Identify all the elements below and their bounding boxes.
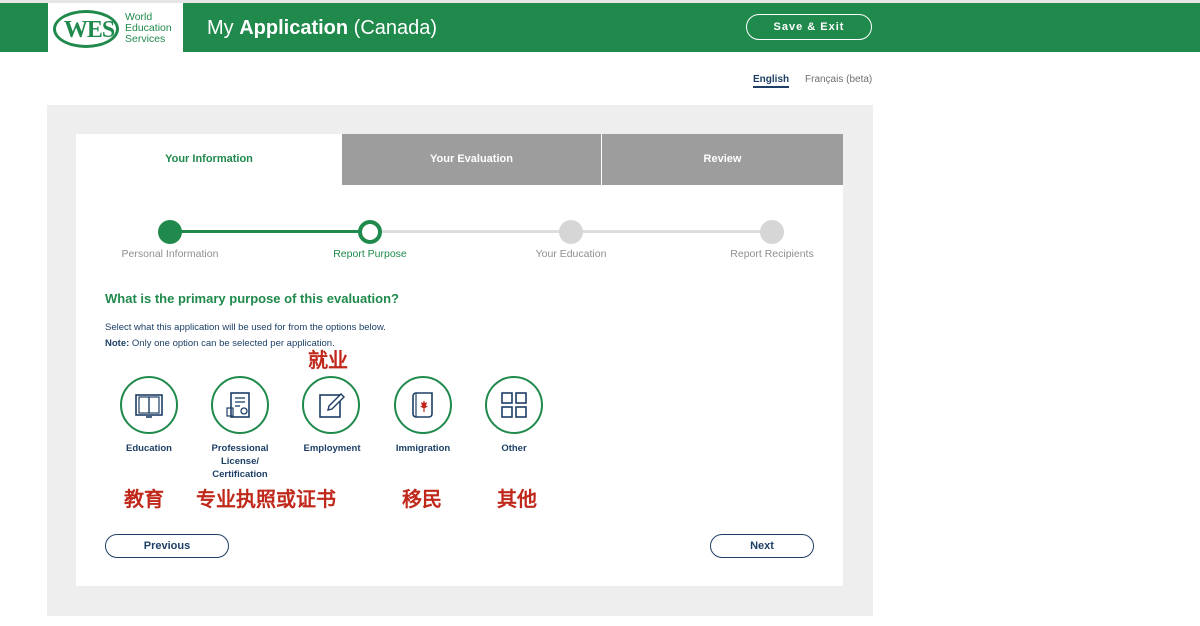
option-education-button[interactable] <box>120 376 178 434</box>
step-dot-report-purpose <box>358 220 382 244</box>
step-label-report-purpose: Report Purpose <box>333 248 407 260</box>
tab-your-information[interactable]: Your Information <box>76 134 342 185</box>
certificate-icon <box>226 392 250 418</box>
title-suffix: (Canada) <box>348 17 438 39</box>
option-education-label[interactable]: Education <box>104 442 194 455</box>
app-header: WES World Education Services My Applicat… <box>0 0 1200 55</box>
step-dot-personal-information[interactable] <box>158 220 182 244</box>
step-label-your-education: Your Education <box>535 248 607 260</box>
option-employment-label[interactable]: Employment <box>287 442 377 455</box>
page-title: My Application (Canada) <box>207 16 437 40</box>
question-description: Select what this application will be use… <box>105 322 386 333</box>
annotation-employment: 就业 <box>308 348 348 372</box>
wes-logo[interactable]: WES World Education Services <box>48 3 183 55</box>
step-dot-report-recipients <box>760 220 784 244</box>
annotation-education: 教育 <box>124 487 164 511</box>
note-text: Only one option can be selected per appl… <box>129 338 335 349</box>
tab-your-evaluation[interactable]: Your Evaluation <box>342 134 601 185</box>
logo-mark: WES <box>63 17 115 43</box>
note-label: Note: <box>105 338 130 349</box>
option-label-line: Certification <box>212 469 268 480</box>
annotation-immigration: 移民 <box>402 487 442 511</box>
annotation-professional: 专业执照或证书 <box>196 487 336 511</box>
edit-document-icon <box>319 393 345 418</box>
step-label-report-recipients: Report Recipients <box>730 248 814 260</box>
previous-button[interactable]: Previous <box>105 534 229 558</box>
option-other-label[interactable]: Other <box>469 442 559 455</box>
step-dot-your-education <box>559 220 583 244</box>
option-professional-license-button[interactable] <box>211 376 269 434</box>
next-button[interactable]: Next <box>710 534 814 558</box>
option-immigration-label[interactable]: Immigration <box>378 442 468 455</box>
stepper-progress-completed <box>170 230 370 233</box>
book-icon <box>135 394 163 418</box>
maple-leaf-scroll-icon <box>412 392 433 418</box>
application-card <box>76 134 843 586</box>
step-label-personal-information[interactable]: Personal Information <box>90 248 250 260</box>
save-exit-button[interactable]: Save & Exit <box>746 14 872 40</box>
question-title: What is the primary purpose of this eval… <box>105 291 399 306</box>
option-employment-button[interactable] <box>302 376 360 434</box>
question-note: Note: Only one option can be selected pe… <box>105 338 335 349</box>
title-prefix: My <box>207 17 240 39</box>
tab-review[interactable]: Review <box>602 134 843 185</box>
grid-icon <box>501 392 527 418</box>
option-label-line: Professional <box>211 443 269 454</box>
annotation-other: 其他 <box>497 487 537 511</box>
option-immigration-button[interactable] <box>394 376 452 434</box>
logo-line: Services <box>125 33 166 45</box>
option-other-button[interactable] <box>485 376 543 434</box>
title-bold: Application <box>239 17 349 39</box>
language-french-link[interactable]: Français (beta) <box>805 74 872 85</box>
language-english-link[interactable]: English <box>753 74 790 88</box>
logo-oval: WES <box>53 10 119 48</box>
option-label-line: License/ <box>220 456 260 467</box>
logo-name: World Education Services <box>125 12 183 45</box>
option-professional-license-label[interactable]: Professional License/ Certification <box>195 442 285 481</box>
